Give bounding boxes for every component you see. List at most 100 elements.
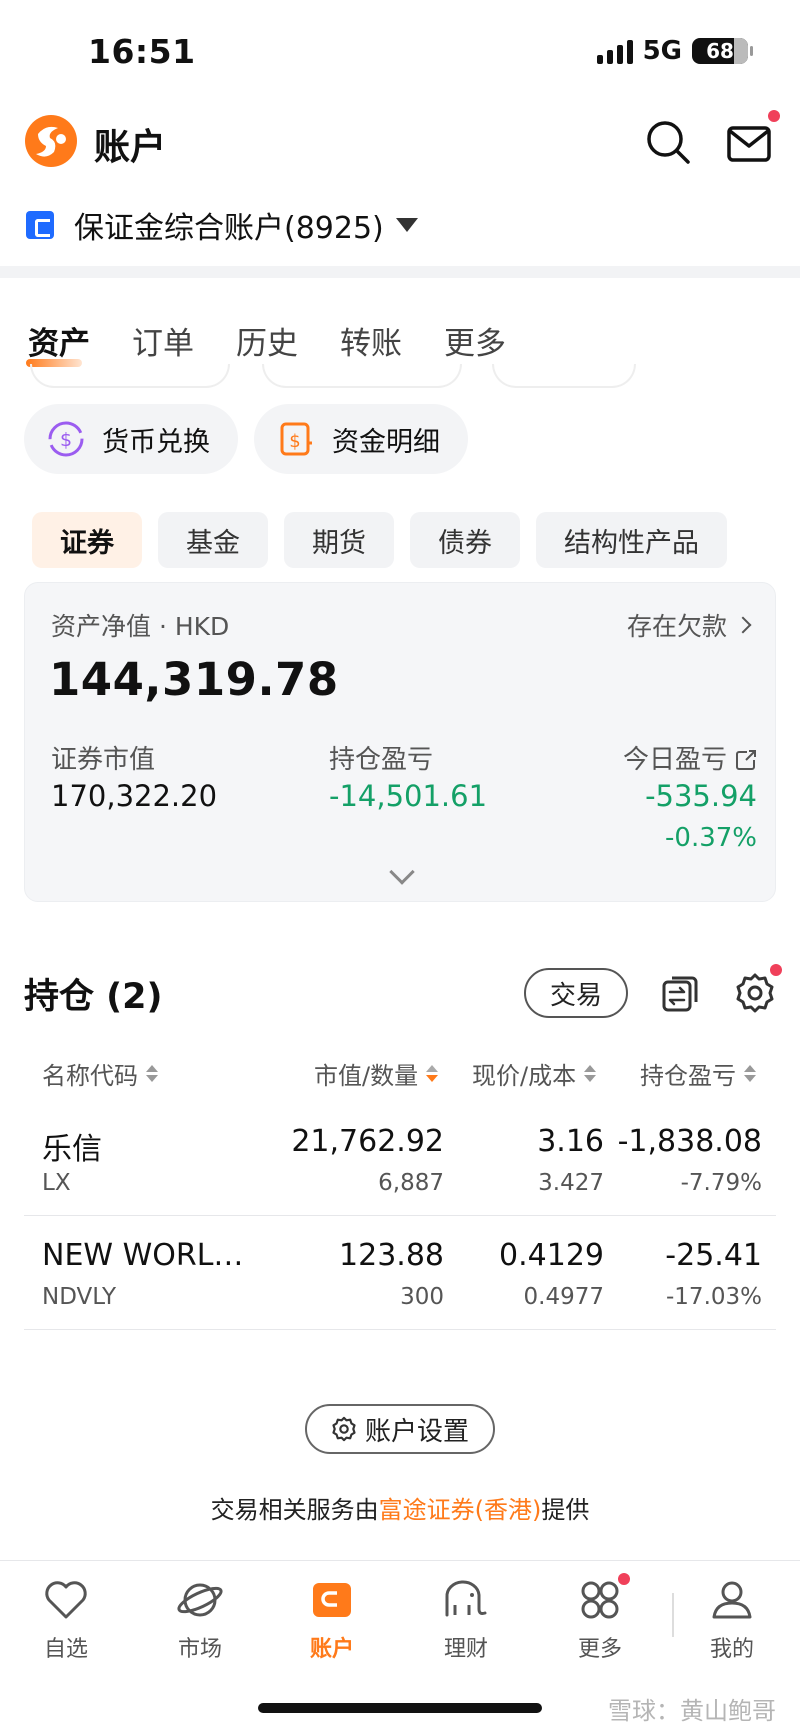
holding-quantity: 6,887	[378, 1170, 444, 1196]
tab-assets[interactable]: 资产	[26, 318, 90, 367]
home-indicator[interactable]	[258, 1703, 542, 1713]
tab-transfer[interactable]: 转账	[340, 318, 402, 363]
today-pnl-label: 今日盈亏	[622, 745, 727, 775]
trade-button[interactable]: 交易	[524, 968, 628, 1018]
column-header-market-value-label: 市值/数量	[314, 1062, 419, 1090]
nav-label: 我的	[709, 1637, 754, 1662]
column-header-pnl[interactable]: 持仓盈亏	[640, 1056, 756, 1091]
more-notification-dot	[618, 1573, 630, 1585]
nav-label: 市场	[177, 1637, 222, 1662]
category-tab-futures[interactable]: 期货	[284, 512, 394, 568]
status-indicators: 5G 68	[596, 36, 753, 66]
planet-icon	[177, 1583, 223, 1617]
page-title: 账户	[94, 127, 167, 168]
provider-suffix: 提供	[541, 1496, 590, 1524]
tab-more[interactable]: 更多	[444, 318, 506, 363]
column-header-market-value[interactable]: 市值/数量	[314, 1056, 439, 1091]
nav-more[interactable]: 更多	[540, 1575, 660, 1663]
holding-cost: 3.427	[538, 1170, 604, 1196]
category-tab-funds[interactable]: 基金	[158, 512, 268, 568]
share-icon[interactable]	[735, 749, 757, 771]
search-icon[interactable]	[644, 118, 692, 166]
holding-market-value: 123.88	[339, 1238, 444, 1273]
signal-icon	[596, 38, 633, 64]
holding-pnl-percent: -7.79%	[680, 1170, 762, 1196]
provider-notice: 交易相关服务由富途证券(香港)提供	[0, 1490, 800, 1525]
provider-prefix: 交易相关服务由	[210, 1496, 379, 1524]
holding-pnl: -1,838.08	[617, 1124, 762, 1159]
table-row[interactable]: NEW WORL… NDVLY 123.88 300 0.4129 0.4977…	[24, 1216, 776, 1330]
nav-watchlist[interactable]: 自选	[6, 1575, 126, 1663]
asset-summary-card: 资产净值 · HKD 存在欠款 144,319.78 证券市值 170,322.…	[24, 582, 776, 902]
battery-level: 68	[706, 39, 734, 63]
battery-icon: 68	[692, 38, 753, 64]
account-selector[interactable]: 保证金综合账户(8925)	[26, 200, 418, 250]
nav-label: 更多	[577, 1637, 622, 1662]
wallet-icon	[313, 1583, 351, 1617]
main-tabs: 资产 订单 历史 转账 更多	[26, 318, 548, 367]
nav-account[interactable]: 账户	[272, 1575, 392, 1663]
network-type: 5G	[642, 36, 682, 66]
watermark: 雪球：黄山鲍哥	[608, 1697, 776, 1725]
position-pnl-label: 持仓盈亏	[329, 745, 434, 775]
column-header-name-label: 名称代码	[42, 1062, 138, 1090]
holding-code: LX	[42, 1170, 71, 1196]
gear-icon[interactable]	[734, 972, 776, 1014]
currency-exchange-button[interactable]: $ 货币兑换	[24, 404, 238, 474]
category-tab-structured[interactable]: 结构性产品	[536, 512, 727, 568]
mail-notification-dot	[768, 110, 780, 122]
table-row[interactable]: 乐信 LX 21,762.92 6,887 3.16 3.427 -1,838.…	[24, 1102, 776, 1216]
today-pnl-header: 今日盈亏	[623, 739, 757, 776]
scrolled-chip	[262, 364, 462, 388]
elephant-icon	[445, 1580, 487, 1617]
app-header: 账户	[0, 108, 800, 178]
category-tab-securities[interactable]: 证券	[32, 512, 142, 568]
provider-link[interactable]: 富途证券(香港)	[379, 1496, 542, 1524]
user-icon	[712, 1581, 752, 1619]
fund-detail-button[interactable]: $ 资金明细	[254, 404, 468, 474]
nav-wealth[interactable]: 理财	[406, 1575, 526, 1663]
tab-orders[interactable]: 订单	[132, 318, 194, 363]
section-divider	[0, 266, 800, 278]
chevron-right-icon	[734, 616, 752, 634]
nav-me[interactable]: 我的	[672, 1575, 792, 1663]
status-time: 16:51	[88, 32, 196, 71]
net-asset-label: 资产净值 · HKD	[51, 612, 230, 641]
holding-pnl: -25.41	[665, 1238, 762, 1273]
currency-exchange-icon: $	[48, 421, 84, 457]
holding-pnl-percent: -17.03%	[666, 1284, 762, 1310]
market-value-label: 证券市值	[51, 745, 156, 775]
debt-link[interactable]: 存在欠款	[627, 607, 752, 643]
currency-exchange-label: 货币兑换	[102, 426, 210, 458]
status-bar: 16:51 5G 68	[0, 0, 800, 100]
column-header-name[interactable]: 名称代码	[42, 1056, 158, 1091]
sort-icon	[584, 1065, 597, 1082]
scrolled-chip	[30, 364, 230, 388]
nav-label: 理财	[443, 1637, 488, 1662]
column-header-price-label: 现价/成本	[472, 1062, 577, 1090]
mail-icon[interactable]	[726, 120, 776, 166]
nav-label: 账户	[309, 1637, 354, 1662]
market-value: 170,322.20	[51, 779, 218, 813]
account-settings-label: 账户设置	[364, 1416, 469, 1447]
sort-icon	[744, 1065, 756, 1082]
account-name: 保证金综合账户(8925)	[74, 211, 384, 246]
heart-icon	[45, 1581, 87, 1619]
tab-history[interactable]: 历史	[236, 318, 298, 363]
today-pnl-percent: -0.37%	[665, 823, 757, 853]
holding-name: 乐信	[42, 1132, 102, 1167]
fund-detail-icon: $	[280, 422, 312, 456]
nav-market[interactable]: 市场	[140, 1575, 260, 1663]
holding-quantity: 300	[400, 1284, 444, 1310]
transfer-icon[interactable]	[660, 974, 700, 1014]
category-tab-bonds[interactable]: 债券	[410, 512, 520, 568]
column-header-price[interactable]: 现价/成本	[472, 1056, 597, 1091]
expand-chevron-icon[interactable]	[389, 859, 415, 885]
asset-category-tabs: 证券 基金 期货 债券 结构性产品	[32, 512, 727, 568]
holdings-title: 持仓 (2)	[24, 977, 163, 1017]
app-logo-icon	[25, 115, 77, 167]
net-asset-value: 144,319.78	[49, 653, 339, 706]
today-pnl-value: -535.94	[645, 779, 757, 813]
position-pnl-value: -14,501.61	[329, 779, 488, 813]
account-settings-button[interactable]: 账户设置	[305, 1404, 495, 1454]
